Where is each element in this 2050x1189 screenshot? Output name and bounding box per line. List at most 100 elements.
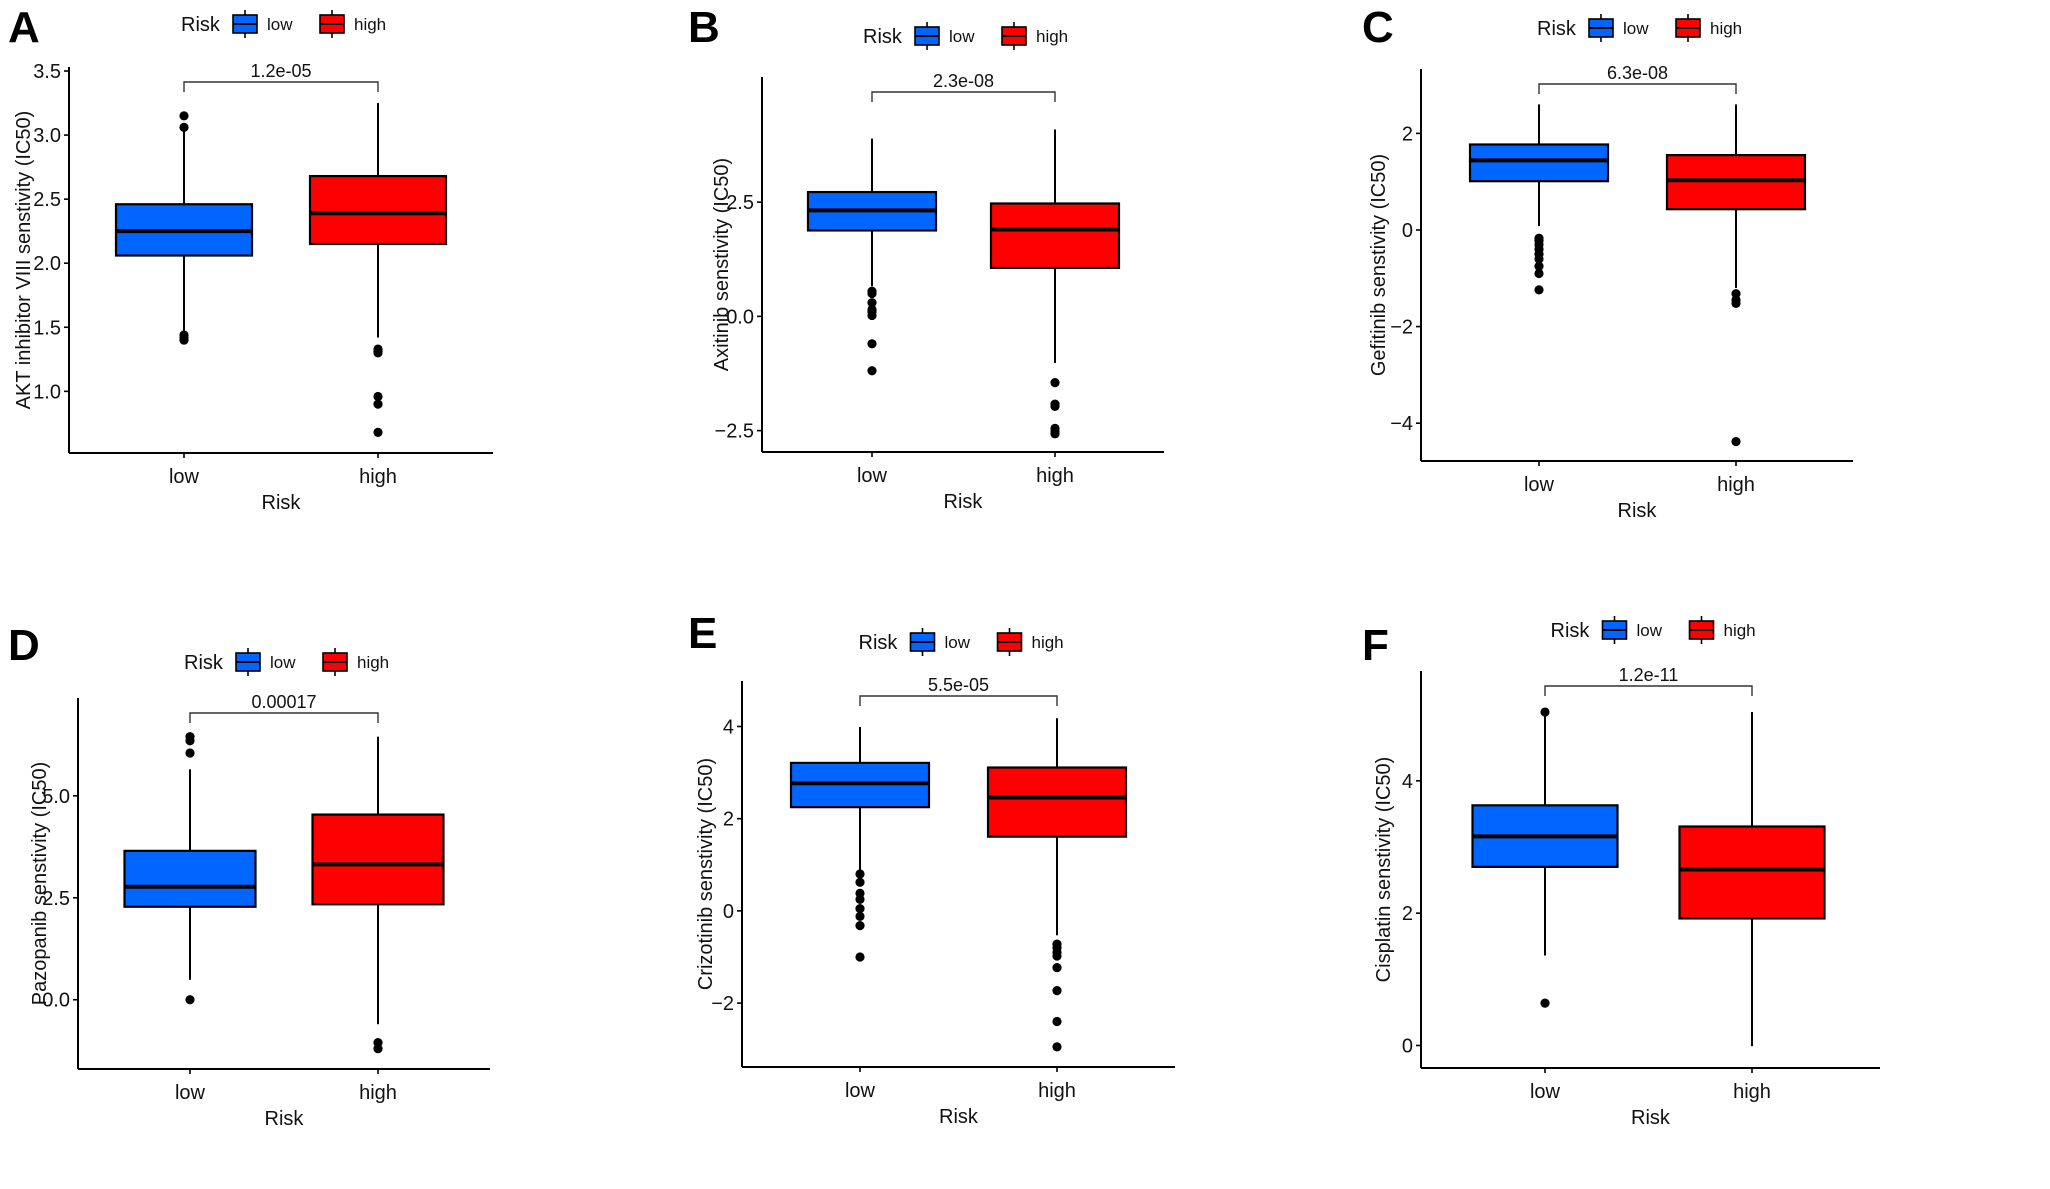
box-high[interactable] <box>986 718 1128 1052</box>
outlier-point[interactable] <box>1050 401 1060 412</box>
outlier-point[interactable] <box>185 748 195 758</box>
outlier-point[interactable] <box>867 339 877 349</box>
legend-label-low: low <box>1637 621 1663 640</box>
y-axis-title: Crizotinib senstivity (IC50) <box>695 758 717 990</box>
outlier-point[interactable] <box>867 310 877 321</box>
outlier-point[interactable] <box>855 869 865 879</box>
bracket-line <box>1538 83 1737 94</box>
box-low[interactable] <box>114 111 254 345</box>
x-tick-label-high: high <box>1036 465 1074 487</box>
outlier-point[interactable] <box>1050 378 1060 388</box>
significance-bracket: 1.2e-05 <box>183 61 379 92</box>
legend-key-high[interactable]: high <box>1675 14 1742 42</box>
outlier-point[interactable] <box>867 288 877 299</box>
iqr-box[interactable] <box>123 849 257 908</box>
outlier-point[interactable] <box>1540 707 1550 717</box>
outlier-point[interactable] <box>1050 429 1060 439</box>
panel-d: D Risk low high0.02.55.0Pazopanib senstivit… <box>8 621 490 1130</box>
x-tick-label-high: high <box>1717 474 1755 496</box>
iqr-box[interactable] <box>986 766 1128 838</box>
x-tick-label-low: low <box>1524 474 1555 496</box>
significance-bracket: 2.3e-08 <box>871 71 1056 102</box>
outlier-point[interactable] <box>855 877 865 887</box>
outlier-point[interactable] <box>1540 998 1550 1008</box>
legend-key-high[interactable]: high <box>322 648 389 676</box>
legend-key-low[interactable]: low <box>909 628 971 656</box>
y-tick-label: −2.5 <box>715 421 754 443</box>
iqr-box[interactable] <box>1678 825 1826 920</box>
x-tick-label-low: low <box>845 1080 876 1102</box>
y-tick-label: −2 <box>1390 317 1413 339</box>
panel-letter: D <box>8 621 40 670</box>
box-high[interactable] <box>311 736 445 1054</box>
y-tick-label: −4 <box>1390 413 1413 435</box>
outlier-point[interactable] <box>855 911 865 922</box>
outlier-point[interactable] <box>1052 1042 1062 1052</box>
significance-bracket: 5.5e-05 <box>859 675 1058 706</box>
legend-key-low[interactable]: low <box>914 22 975 50</box>
outlier-point[interactable] <box>1534 285 1544 295</box>
legend-label-high: high <box>357 653 389 672</box>
outlier-point[interactable] <box>1534 268 1544 279</box>
x-tick-label-high: high <box>1038 1080 1076 1102</box>
outlier-point[interactable] <box>855 952 865 962</box>
box-high[interactable] <box>989 129 1121 439</box>
legend-key-low[interactable]: low <box>235 648 296 676</box>
outlier-point[interactable] <box>855 921 865 931</box>
legend-key-low[interactable]: low <box>1588 14 1649 42</box>
outlier-point[interactable] <box>1052 962 1062 973</box>
outlier-point[interactable] <box>185 736 195 746</box>
p-value-label: 5.5e-05 <box>928 675 989 695</box>
iqr-box[interactable] <box>989 202 1121 270</box>
p-value-label: 1.2e-11 <box>1619 665 1679 685</box>
panel-letter: F <box>1362 621 1389 670</box>
outlier-point[interactable] <box>1731 436 1741 447</box>
y-axis-title: Axitinib senstivity (IC50) <box>711 158 733 371</box>
y-tick-label: 2 <box>1402 123 1413 145</box>
legend-title: Risk <box>1551 620 1591 642</box>
outlier-point[interactable] <box>185 995 195 1005</box>
box-high[interactable] <box>1665 104 1807 447</box>
legend-key-high[interactable]: high <box>1001 22 1068 50</box>
legend-key-low[interactable]: low <box>1601 616 1663 644</box>
box-high[interactable] <box>308 103 448 437</box>
outlier-point[interactable] <box>1731 298 1741 308</box>
outlier-point[interactable] <box>855 894 865 904</box>
outlier-point[interactable] <box>1052 986 1062 996</box>
outlier-point[interactable] <box>179 122 189 132</box>
legend-title: Risk <box>1537 18 1577 40</box>
legend-label-high: high <box>1710 19 1742 38</box>
legend: Risk low high <box>1551 616 1756 644</box>
box-low[interactable] <box>1471 707 1619 1008</box>
legend-label-low: low <box>949 27 975 46</box>
box-low[interactable] <box>1468 104 1610 295</box>
iqr-box[interactable] <box>311 813 445 906</box>
legend: Risk low high <box>1537 14 1742 42</box>
outlier-point[interactable] <box>1052 1016 1062 1027</box>
legend-key-high[interactable]: high <box>1688 616 1756 644</box>
outlier-point[interactable] <box>1052 951 1062 961</box>
bracket-line <box>859 695 1058 706</box>
iqr-box[interactable] <box>1468 143 1610 183</box>
outlier-point[interactable] <box>179 335 189 345</box>
outlier-point[interactable] <box>373 1044 383 1054</box>
legend-key-high[interactable]: high <box>996 628 1064 656</box>
box-low[interactable] <box>123 732 257 1005</box>
y-tick-label: 4 <box>723 716 734 738</box>
outlier-point[interactable] <box>373 348 383 358</box>
box-low[interactable] <box>789 726 931 962</box>
iqr-box[interactable] <box>308 174 448 246</box>
legend-key-low[interactable]: low <box>232 10 293 38</box>
y-tick-label: −2 <box>711 993 734 1015</box>
outlier-point[interactable] <box>373 399 383 409</box>
outlier-point[interactable] <box>179 111 189 121</box>
box-high[interactable] <box>1678 712 1826 1047</box>
outlier-point[interactable] <box>373 427 383 437</box>
box-low[interactable] <box>806 138 938 376</box>
outlier-point[interactable] <box>867 366 877 376</box>
outlier-point[interactable] <box>855 903 865 914</box>
panel-letter: A <box>8 3 40 52</box>
x-axis-title: Risk <box>265 1108 305 1130</box>
bracket-line <box>183 81 379 92</box>
legend-key-high[interactable]: high <box>319 10 386 38</box>
